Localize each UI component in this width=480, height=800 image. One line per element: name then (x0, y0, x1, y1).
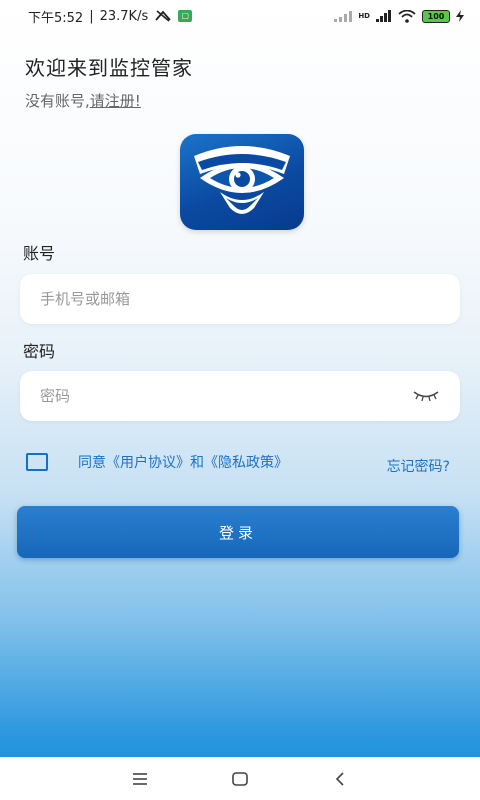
account-label: 账号 (23, 244, 56, 263)
account-field[interactable] (20, 274, 460, 324)
status-time: 下午5:52 (28, 10, 84, 26)
password-input[interactable] (40, 387, 412, 405)
system-nav-bar (0, 757, 480, 800)
nav-back-button[interactable] (325, 764, 355, 794)
charging-icon (456, 10, 464, 22)
status-left: 下午5:52 | 23.7K/s ▢ (28, 7, 193, 26)
no-account-text: 没有账号, (25, 92, 90, 110)
eye-shield-logo-icon (194, 146, 290, 214)
back-chevron-icon (335, 771, 344, 786)
login-button[interactable]: 登录 (17, 506, 459, 558)
status-divider: | (89, 8, 94, 24)
password-label: 密码 (23, 342, 56, 361)
battery-icon: 100 (422, 9, 450, 23)
network-type: HD (358, 12, 370, 20)
register-line: 没有账号,请注册! (25, 90, 141, 111)
account-input[interactable] (40, 290, 440, 308)
app-logo (180, 134, 304, 230)
welcome-title: 欢迎来到监控管家 (25, 56, 193, 80)
menu-icon (133, 772, 147, 785)
forgot-password-link[interactable]: 忘记密码? (387, 456, 450, 476)
nav-menu-button[interactable] (125, 764, 155, 794)
signal-strong-icon (376, 10, 391, 22)
register-link[interactable]: 请注册! (90, 92, 141, 110)
mute-notification-icon (155, 10, 171, 22)
app-notification-icon: ▢ (178, 10, 193, 22)
signal-weak-icon (334, 11, 353, 22)
password-field[interactable] (20, 371, 460, 421)
home-square-icon (232, 771, 248, 786)
status-bar: 下午5:52 | 23.7K/s ▢ HD 100 (0, 0, 480, 32)
agreement-checkbox[interactable] (26, 453, 48, 471)
nav-home-button[interactable] (225, 764, 255, 794)
closed-eye-icon[interactable] (412, 389, 440, 403)
status-speed: 23.7K/s (99, 8, 149, 24)
agreement-text[interactable]: 同意《用户协议》和《隐私政策》 (78, 452, 288, 472)
status-right: HD 100 (334, 9, 464, 23)
wifi-icon (398, 9, 416, 23)
